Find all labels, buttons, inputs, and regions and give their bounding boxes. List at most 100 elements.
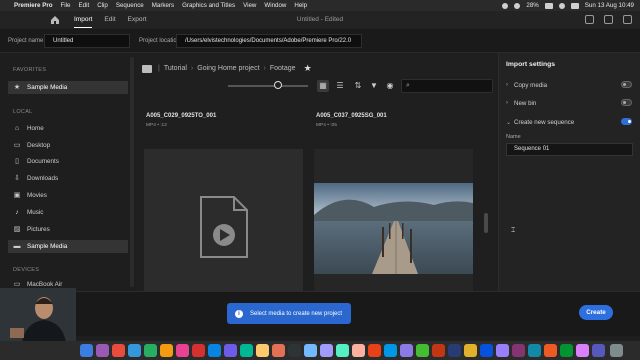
tab-import[interactable]: Import: [74, 11, 93, 29]
app-icon[interactable]: [368, 344, 381, 357]
fullscreen-icon[interactable]: [623, 15, 632, 24]
list-view-icon[interactable]: ☰: [334, 80, 346, 92]
menu-window[interactable]: Window: [264, 2, 286, 9]
clip-2-thumbnail[interactable]: [314, 149, 473, 291]
app-icon[interactable]: [224, 344, 237, 357]
sidebar-item-desktop[interactable]: ▭ Desktop: [8, 139, 128, 152]
new-bin-toggle[interactable]: [621, 99, 632, 106]
control-center-icon[interactable]: [570, 2, 579, 9]
launchpad-icon[interactable]: [96, 344, 109, 357]
home-icon[interactable]: [50, 15, 62, 25]
menu-view[interactable]: View: [243, 2, 256, 9]
chevron-right-icon[interactable]: ›: [506, 100, 514, 106]
app-icon[interactable]: [480, 344, 493, 357]
app-icon[interactable]: [272, 344, 285, 357]
sidebar-item-favorite-sample-media[interactable]: ★ Sample Media: [8, 81, 128, 94]
tab-export[interactable]: Export: [128, 11, 147, 29]
app-icon[interactable]: [576, 344, 589, 357]
app-icon[interactable]: [320, 344, 333, 357]
thumbnail-size-slider[interactable]: [228, 85, 308, 87]
mail-icon[interactable]: [208, 344, 221, 357]
app-icon[interactable]: [592, 344, 605, 357]
folder-icon[interactable]: [142, 64, 152, 73]
trash-icon[interactable]: [610, 344, 623, 357]
chevron-right-icon[interactable]: ›: [506, 82, 514, 88]
preview-eye-icon[interactable]: ◉: [384, 80, 396, 92]
menu-markers[interactable]: Markers: [152, 2, 174, 9]
wifi-icon[interactable]: [514, 2, 521, 9]
app-icon[interactable]: [400, 344, 413, 357]
menu-graphics[interactable]: Graphics and Titles: [182, 2, 235, 9]
slider-handle[interactable]: [274, 81, 282, 89]
breadcrumb-project[interactable]: Going Home project: [197, 65, 259, 72]
new-bin-row[interactable]: › New bin: [506, 97, 634, 109]
app-icon[interactable]: [288, 344, 301, 357]
creative-cloud-icon[interactable]: [502, 2, 509, 9]
sidebar-item-pictures[interactable]: ▨ Pictures: [8, 223, 128, 236]
copy-media-row[interactable]: › Copy media: [506, 79, 634, 91]
app-icon[interactable]: [352, 344, 365, 357]
app-icon[interactable]: [464, 344, 477, 357]
search-icon[interactable]: [558, 2, 565, 9]
app-icon[interactable]: [336, 344, 349, 357]
create-button[interactable]: Create: [579, 305, 613, 320]
grid-view-icon[interactable]: ▦: [317, 80, 329, 92]
calendar-icon[interactable]: [192, 344, 205, 357]
app-icon[interactable]: [544, 344, 557, 357]
app-icon[interactable]: [160, 344, 173, 357]
filter-icon[interactable]: ▼: [368, 80, 380, 92]
app-icon[interactable]: [384, 344, 397, 357]
sidebar-item-home[interactable]: ⌂ Home: [8, 122, 128, 135]
desktop-icon: ▭: [13, 142, 21, 149]
app-icon[interactable]: [512, 344, 525, 357]
tab-edit[interactable]: Edit: [104, 11, 115, 29]
notes-icon[interactable]: [256, 344, 269, 357]
workspace-icon[interactable]: [604, 15, 613, 24]
sidebar-item-movies[interactable]: ▣ Movies: [8, 189, 128, 202]
app-icon[interactable]: [560, 344, 573, 357]
copy-media-toggle[interactable]: [621, 81, 632, 88]
menu-file[interactable]: File: [61, 2, 71, 9]
app-icon[interactable]: [432, 344, 445, 357]
sidebar-item-documents[interactable]: ▯ Documents: [8, 155, 128, 168]
menu-clip[interactable]: Clip: [97, 2, 108, 9]
create-sequence-row[interactable]: ⌄ Create new sequence: [506, 116, 634, 128]
create-sequence-toggle[interactable]: [621, 118, 632, 125]
sidebar-item-music[interactable]: ♪ Music: [8, 206, 128, 219]
sidebar-scrollbar[interactable]: [130, 57, 134, 287]
share-icon[interactable]: [585, 15, 594, 24]
safari-icon[interactable]: [128, 344, 141, 357]
finder-icon[interactable]: [80, 344, 93, 357]
sidebar-item-downloads[interactable]: ⇩ Downloads: [8, 172, 128, 185]
project-name-field[interactable]: Untitled: [44, 34, 130, 48]
star-icon[interactable]: ★: [304, 63, 312, 74]
menu-help[interactable]: Help: [294, 2, 307, 9]
clock[interactable]: Sun 13 Aug 10:49: [585, 2, 634, 9]
chevron-down-icon[interactable]: ⌄: [506, 119, 514, 126]
browser-toolbar: ▦ ☰ ⇅ ▼ ◉ ⌕: [228, 79, 493, 93]
app-icon[interactable]: [112, 344, 125, 357]
app-icon[interactable]: [496, 344, 509, 357]
app-icon[interactable]: [448, 344, 461, 357]
system-menubar: Premiere Pro File Edit Clip Sequence Mar…: [0, 0, 640, 11]
browser-scrollbar[interactable]: [484, 213, 488, 233]
photos-icon[interactable]: [176, 344, 189, 357]
sidebar-item-sample-media[interactable]: ▬ Sample Media: [8, 240, 128, 253]
menu-app-name[interactable]: Premiere Pro: [14, 2, 53, 9]
app-icon[interactable]: [304, 344, 317, 357]
sequence-name-field[interactable]: Sequence 01: [506, 143, 633, 156]
sort-icon[interactable]: ⇅: [352, 80, 364, 92]
breadcrumb-tutorial[interactable]: Tutorial: [164, 65, 187, 72]
app-icon[interactable]: [528, 344, 541, 357]
video-file-icon: [200, 196, 248, 258]
project-location-field[interactable]: /Users/elvistechnologies/Documents/Adobe…: [176, 34, 362, 48]
menu-edit[interactable]: Edit: [79, 2, 90, 9]
search-input[interactable]: ⌕: [401, 79, 493, 93]
breadcrumb-footage[interactable]: Footage: [270, 65, 296, 72]
clip-1-thumbnail[interactable]: [144, 149, 303, 291]
facetime-icon[interactable]: [240, 344, 253, 357]
battery-icon[interactable]: [544, 2, 553, 9]
app-icon[interactable]: [416, 344, 429, 357]
menu-sequence[interactable]: Sequence: [116, 2, 144, 9]
messages-icon[interactable]: [144, 344, 157, 357]
